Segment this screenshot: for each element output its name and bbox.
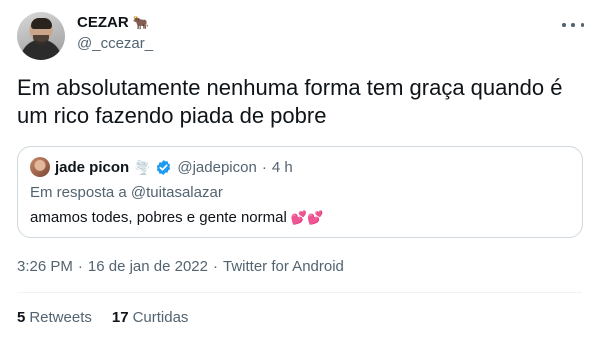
avatar-beard [33, 35, 49, 45]
quoted-handle: @jadepicon [177, 159, 257, 176]
hearts-emoji-icon: 💕💕 [290, 209, 324, 225]
quoted-tweet[interactable]: jade picon 🌪️ @jadepicon · 4 h Em respos… [17, 146, 583, 238]
divider-top [17, 292, 582, 293]
author-handle[interactable]: @_ccezar_ [77, 35, 153, 52]
retweets-label: Retweets [29, 309, 92, 326]
author-name-row[interactable]: CEZAR 🐂 [77, 14, 149, 31]
quoted-header: jade picon 🌪️ @jadepicon · 4 h [55, 159, 293, 176]
meta-separator-2: · [213, 258, 218, 275]
meta-separator: · [77, 258, 83, 275]
avatar-hair [31, 18, 52, 29]
likes-stat[interactable]: 17 Curtidas [112, 309, 189, 326]
quoted-time: 4 h [271, 159, 293, 176]
tweet-source[interactable]: Twitter for Android [223, 258, 344, 275]
tweet-stats: 5 Retweets 17 Curtidas [17, 309, 188, 326]
quoted-separator: · [261, 159, 267, 176]
tweet-date[interactable]: 16 de jan de 2022 [88, 258, 208, 275]
quoted-name: jade picon [55, 159, 130, 176]
quoted-text: amamos todes, pobres e gente normal [30, 209, 287, 226]
tornado-emoji-icon: 🌪️ [134, 159, 151, 175]
quoted-reply-to: Em resposta a @tuitasalazar [30, 184, 223, 201]
retweets-stat[interactable]: 5 Retweets [17, 309, 92, 326]
author-avatar[interactable] [17, 12, 65, 60]
ox-emoji-icon: 🐂 [132, 14, 149, 30]
retweets-count: 5 [17, 309, 26, 326]
tweet-text: Em absolutamente nenhuma forma tem graça… [17, 75, 563, 128]
author-name[interactable]: CEZAR [77, 14, 129, 31]
tweet-time[interactable]: 3:26 PM [17, 258, 73, 275]
likes-count: 17 [111, 309, 129, 326]
tweet-meta: 3:26 PM · 16 de jan de 2022 · Twitter fo… [17, 258, 344, 275]
quoted-text-row: amamos todes, pobres e gente normal 💕💕 [30, 209, 323, 226]
more-options-icon[interactable] [562, 17, 584, 33]
verified-badge-icon [157, 160, 171, 175]
likes-label: Curtidas [132, 309, 189, 326]
quoted-avatar [30, 157, 50, 177]
